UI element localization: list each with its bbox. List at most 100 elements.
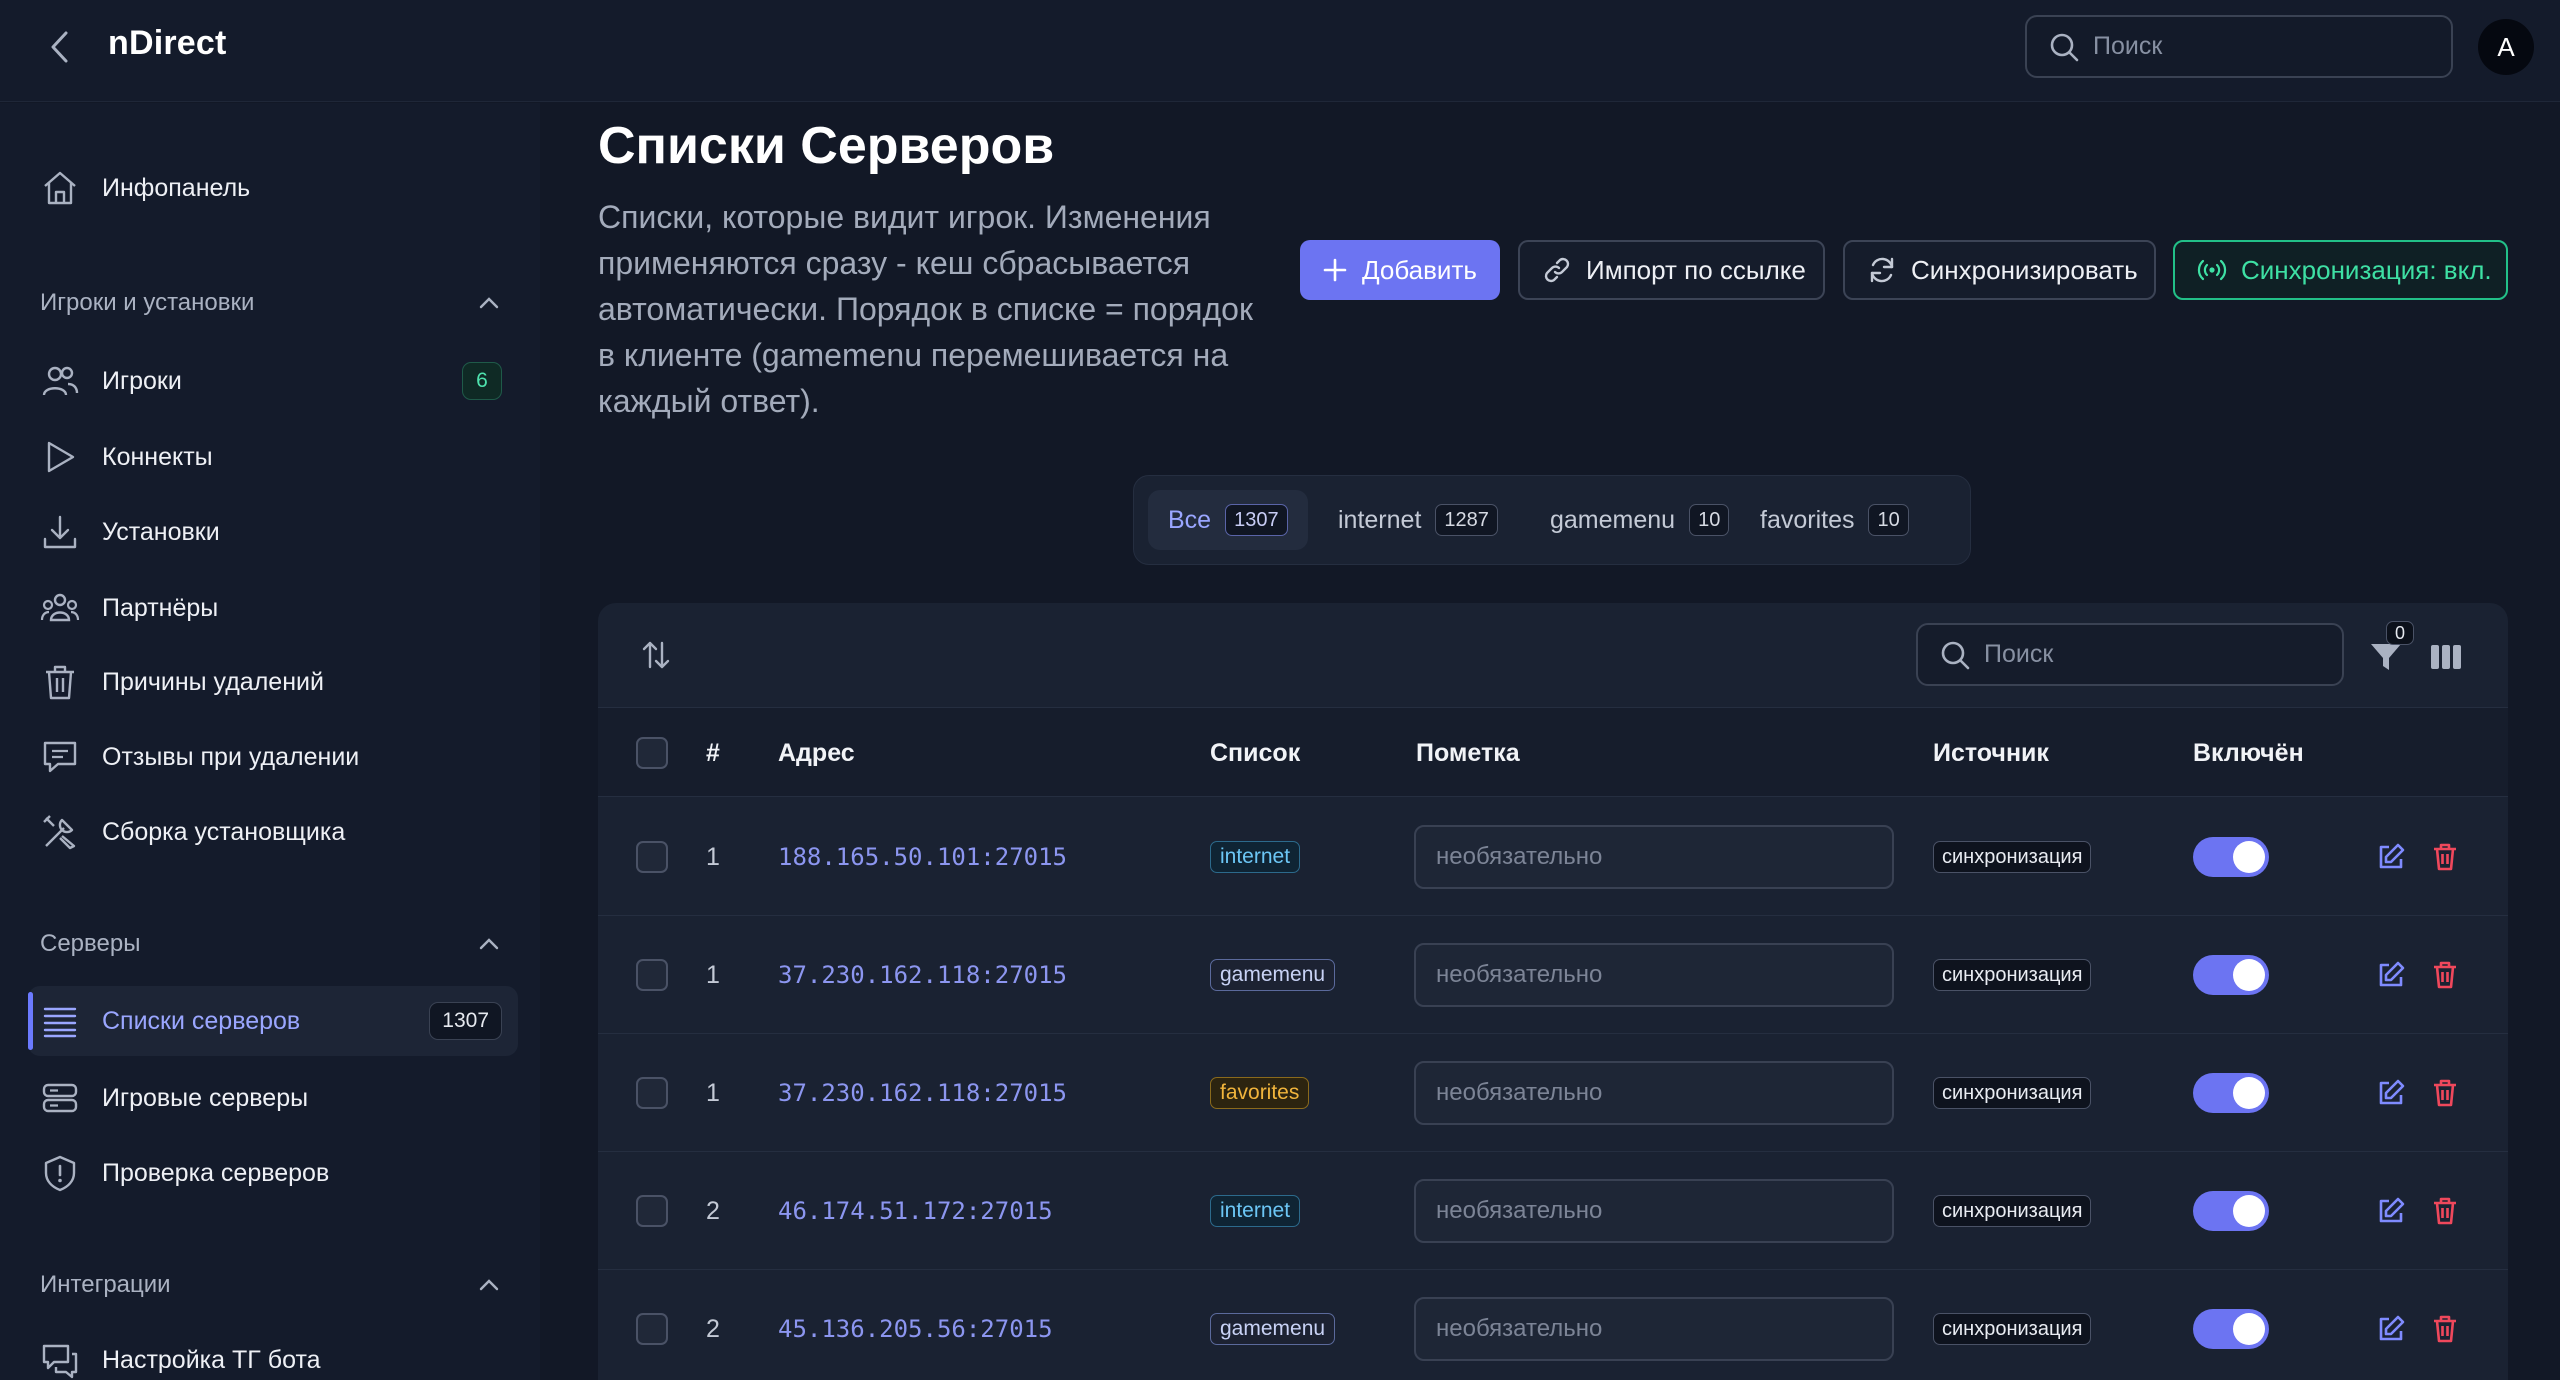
add-button[interactable]: Добавить	[1300, 240, 1500, 300]
sidebar-item-server-check[interactable]: Проверка серверов	[28, 1138, 518, 1208]
sync-button[interactable]: Синхронизировать	[1843, 240, 2156, 300]
sidebar-item-installs[interactable]: Установки	[28, 497, 518, 567]
edit-icon[interactable]	[2374, 840, 2408, 874]
edit-icon[interactable]	[2374, 1312, 2408, 1346]
note-input[interactable]	[1414, 943, 1894, 1007]
sidebar-item-telegram-bot[interactable]: Настройка ТГ бота	[28, 1325, 518, 1380]
sidebar-item-builder[interactable]: Сборка установщика	[28, 797, 518, 867]
sync-status-toggle[interactable]: Синхронизация: вкл.	[2173, 240, 2508, 300]
global-search[interactable]	[2025, 15, 2453, 78]
enabled-toggle[interactable]	[2193, 1309, 2269, 1349]
trash-icon[interactable]	[2428, 958, 2462, 992]
columns-icon[interactable]	[2428, 639, 2464, 675]
edit-icon[interactable]	[2374, 1194, 2408, 1228]
trash-icon[interactable]	[2428, 840, 2462, 874]
filter-count-badge: 0	[2386, 621, 2414, 645]
message-icon	[40, 737, 80, 777]
section-players-installs[interactable]: Игроки и установки	[40, 283, 500, 323]
shield-icon	[40, 1153, 80, 1193]
server-icon	[40, 1078, 80, 1118]
section-integrations[interactable]: Интеграции	[40, 1265, 500, 1305]
players-count-badge: 6	[462, 362, 502, 400]
list-tag: gamemenu	[1210, 1313, 1336, 1345]
note-input[interactable]	[1414, 1297, 1894, 1361]
row-address[interactable]: 46.174.51.172:27015	[778, 1152, 1053, 1270]
column-header-note[interactable]: Пометка	[1416, 708, 1520, 798]
column-header-list[interactable]: Список	[1210, 708, 1300, 798]
column-header-address[interactable]: Адрес	[778, 708, 855, 798]
top-bar: nDirect A	[0, 0, 2560, 102]
sidebar-item-server-lists[interactable]: Списки серверов 1307	[28, 986, 518, 1056]
chevron-left-icon	[49, 30, 71, 64]
global-search-input[interactable]	[2093, 32, 2423, 61]
tab-internet[interactable]: internet 1287	[1318, 490, 1518, 550]
sidebar-item-connects[interactable]: Коннекты	[28, 422, 518, 492]
sidebar-item-label: Причины удалений	[102, 667, 324, 696]
tab-count: 1307	[1225, 504, 1288, 536]
add-button-label: Добавить	[1362, 254, 1477, 285]
source-tag: синхронизация	[1933, 1313, 2092, 1345]
column-header-enabled[interactable]: Включён	[2193, 708, 2304, 798]
source-tag: синхронизация	[1933, 959, 2092, 991]
section-title: Интеграции	[40, 1271, 171, 1298]
enabled-toggle[interactable]	[2193, 837, 2269, 877]
tab-count: 10	[1689, 504, 1730, 536]
sort-icon[interactable]	[638, 637, 674, 673]
row-checkbox[interactable]	[636, 1077, 668, 1109]
chevron-up-icon	[478, 937, 500, 951]
edit-icon[interactable]	[2374, 1076, 2408, 1110]
sidebar-item-removal-reasons[interactable]: Причины удалений	[28, 647, 518, 717]
trash-icon[interactable]	[2428, 1194, 2462, 1228]
sidebar-item-label: Партнёры	[102, 593, 219, 622]
row-address[interactable]: 45.136.205.56:27015	[778, 1270, 1053, 1380]
table-search-input[interactable]	[1984, 640, 2314, 669]
sidebar-item-partners[interactable]: Партнёры	[28, 573, 518, 643]
chat-icon	[40, 1340, 80, 1380]
sidebar-item-players[interactable]: Игроки 6	[28, 346, 518, 416]
tab-all[interactable]: Все 1307	[1148, 490, 1308, 550]
sidebar-item-reviews[interactable]: Отзывы при удалении	[28, 722, 518, 792]
sidebar-item-label: Списки серверов	[102, 1006, 301, 1035]
enabled-toggle[interactable]	[2193, 1191, 2269, 1231]
row-address[interactable]: 37.230.162.118:27015	[778, 1034, 1067, 1152]
link-icon	[1542, 255, 1572, 285]
sidebar-item-dashboard[interactable]: Инфопанель	[28, 153, 518, 223]
table-row: 2 46.174.51.172:27015 internet синхрониз…	[598, 1152, 2508, 1270]
section-servers[interactable]: Серверы	[40, 924, 500, 964]
note-input[interactable]	[1414, 1061, 1894, 1125]
user-avatar[interactable]: A	[2478, 19, 2534, 75]
edit-icon[interactable]	[2374, 958, 2408, 992]
tab-label: favorites	[1760, 505, 1855, 534]
row-address[interactable]: 188.165.50.101:27015	[778, 798, 1067, 916]
select-all-checkbox[interactable]	[636, 737, 668, 769]
source-tag: синхронизация	[1933, 1195, 2092, 1227]
enabled-toggle[interactable]	[2193, 1073, 2269, 1113]
tab-gamemenu[interactable]: gamemenu 10	[1530, 490, 1749, 550]
row-checkbox[interactable]	[636, 1195, 668, 1227]
table-row: 1 37.230.162.118:27015 gamemenu синхрони…	[598, 916, 2508, 1034]
row-checkbox[interactable]	[636, 1313, 668, 1345]
table-search[interactable]	[1916, 623, 2344, 686]
tab-count: 10	[1868, 504, 1909, 536]
column-header-source[interactable]: Источник	[1933, 708, 2049, 798]
tab-count: 1287	[1435, 504, 1498, 536]
trash-icon[interactable]	[2428, 1076, 2462, 1110]
import-by-link-button[interactable]: Импорт по ссылке	[1518, 240, 1825, 300]
sidebar-item-game-servers[interactable]: Игровые серверы	[28, 1063, 518, 1133]
trash-icon[interactable]	[2428, 1312, 2462, 1346]
column-header-num: #	[706, 738, 720, 767]
back-button[interactable]	[40, 27, 80, 67]
tab-favorites[interactable]: favorites 10	[1740, 490, 1929, 550]
list-tag: favorites	[1210, 1077, 1310, 1109]
table-row: 1 37.230.162.118:27015 favorites синхрон…	[598, 1034, 2508, 1152]
note-input[interactable]	[1414, 825, 1894, 889]
row-checkbox[interactable]	[636, 841, 668, 873]
note-input[interactable]	[1414, 1179, 1894, 1243]
source-tag: синхронизация	[1933, 1077, 2092, 1109]
row-address[interactable]: 37.230.162.118:27015	[778, 916, 1067, 1034]
chevron-up-icon	[478, 296, 500, 310]
enabled-toggle[interactable]	[2193, 955, 2269, 995]
row-checkbox[interactable]	[636, 959, 668, 991]
tab-label: gamemenu	[1550, 505, 1676, 534]
section-title: Игроки и установки	[40, 289, 255, 316]
